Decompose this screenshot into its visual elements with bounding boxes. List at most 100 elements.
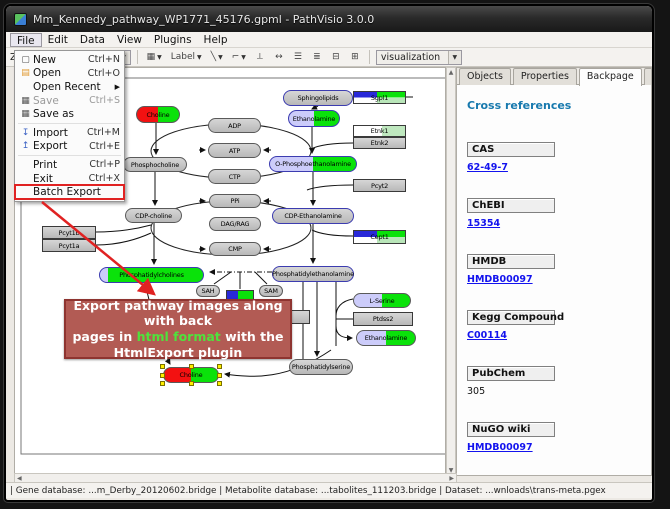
menu-item-shortcut: Ctrl+X [89, 173, 120, 184]
chevron-down-icon[interactable]: ▼ [157, 54, 162, 61]
chevron-down-icon[interactable]: ▼ [197, 54, 202, 61]
node-phosphatidylcholines[interactable]: Phosphatidylcholines [99, 267, 204, 283]
node-ctp[interactable]: CTP [208, 169, 261, 184]
window-title: Mm_Kennedy_pathway_WP1771_45176.gpml - P… [33, 13, 374, 26]
scroll-right-icon[interactable]: ▶ [449, 475, 454, 482]
file-menu-item-open-recent[interactable]: Open Recent▶ [15, 80, 124, 94]
menu-edit[interactable]: Edit [42, 33, 74, 47]
left-gutter [6, 67, 14, 476]
common-bounds-button[interactable]: ⊟ [328, 50, 344, 65]
stack-horizontal-button[interactable]: ≣ [309, 50, 325, 65]
xref-link[interactable]: 15354 [467, 218, 500, 229]
tab-objects[interactable]: Objects [459, 68, 511, 85]
node-choline-top[interactable]: Choline [136, 106, 180, 123]
bring-forward-button[interactable]: ⊞ [347, 50, 363, 65]
tab-backpage[interactable]: Backpage [579, 68, 642, 86]
file-menu-item-exit[interactable]: ExitCtrl+X [15, 172, 124, 186]
node-cmp[interactable]: CMP [209, 242, 261, 256]
node-phosphatidylserine[interactable]: Phosphatidylserine [289, 359, 353, 375]
node-phosphocholine[interactable]: Phosphocholine [123, 157, 187, 172]
vertical-scrollbar[interactable]: ▲ ▼ [446, 67, 456, 476]
xref-header-chebi: ChEBI [467, 198, 555, 213]
label-tool-button[interactable]: Label▼ [168, 50, 205, 65]
chevron-down-icon[interactable]: ▼ [448, 51, 461, 64]
file-menu-item-save-as[interactable]: ▦Save as [15, 107, 124, 121]
stack-vertical-button[interactable]: ☰ [290, 50, 306, 65]
line-tool-button[interactable]: ╲▼ [208, 50, 226, 65]
menu-item-label: Print [33, 159, 89, 171]
selection-handle[interactable] [189, 381, 194, 386]
tab-properties[interactable]: Properties [513, 68, 577, 85]
tab-search[interactable]: Search [644, 68, 652, 85]
file-menu-item-save[interactable]: ▦SaveCtrl+S [15, 94, 124, 108]
xref-link[interactable]: HMDB00097 [467, 442, 533, 453]
node-ptdss2[interactable]: Ptdss2 [353, 312, 413, 326]
menu-separator [18, 123, 121, 124]
menu-file[interactable]: File [10, 33, 42, 47]
node-sgpl1[interactable]: Sgpl1 [353, 91, 406, 104]
chevron-down-icon[interactable]: ▼ [218, 54, 223, 61]
file-menu-item-batch-export[interactable]: Batch Export [15, 185, 124, 199]
chevron-down-icon[interactable]: ▼ [241, 54, 246, 61]
xref-link[interactable]: C00114 [467, 330, 507, 341]
node-dag-rag[interactable]: DAG/RAG [209, 217, 261, 231]
selection-handle[interactable] [189, 364, 194, 369]
selection-handle[interactable] [160, 373, 165, 378]
node-cdp-ethanolamine[interactable]: CDP-Ethanolamine [272, 208, 354, 224]
xref-link[interactable]: HMDB00097 [467, 274, 533, 285]
node-phosphatidylethanolamine[interactable]: Phosphatidylethanolamine [272, 266, 354, 282]
node-etnk2[interactable]: Etnk2 [353, 137, 406, 149]
selection-handle[interactable] [160, 364, 165, 369]
file-menu-item-print[interactable]: PrintCtrl+P [15, 158, 124, 172]
node-cept1[interactable]: Cept1 [353, 230, 406, 244]
menu-view[interactable]: View [111, 33, 148, 47]
node-l-serine[interactable]: L-Serine [353, 293, 411, 308]
menu-item-shortcut: Ctrl+M [87, 127, 120, 138]
menu-help[interactable]: Help [198, 33, 234, 47]
selection-handle[interactable] [217, 381, 222, 386]
node-pcyt1b[interactable]: Pcyt1b [42, 226, 96, 239]
xref-value: 62-49-7 [467, 162, 641, 174]
node-sah[interactable]: SAH [196, 285, 220, 297]
menu-item-label: Exit [33, 173, 89, 185]
open-folder-icon: ▤ [18, 68, 33, 78]
node-atp[interactable]: ATP [208, 143, 261, 158]
node-ppi[interactable]: PPi [209, 194, 261, 208]
scroll-up-icon[interactable]: ▲ [449, 69, 454, 76]
node-adp[interactable]: ADP [208, 118, 261, 133]
node-sphingolipids[interactable]: Sphingolipids [283, 90, 353, 106]
datanode-tool-button[interactable]: ▦▼ [144, 50, 165, 65]
node-ethanolamine-top[interactable]: Ethanolamine [288, 110, 340, 127]
xref-value: 15354 [467, 218, 641, 230]
selection-handle[interactable] [217, 364, 222, 369]
file-menu-item-open[interactable]: ▤OpenCtrl+O [15, 67, 124, 81]
node-pcyt2[interactable]: Pcyt2 [353, 179, 406, 192]
selection-handle[interactable] [217, 373, 222, 378]
menu-separator [18, 155, 121, 156]
align-horizontal-button[interactable]: ↔ [271, 50, 287, 65]
node-ethanolamine-bottom[interactable]: Ethanolamine [356, 330, 416, 346]
node-o-phosphoethanolamine[interactable]: O-Phosphoethanolamine [269, 156, 357, 172]
file-menu-item-export[interactable]: ↥ExportCtrl+E [15, 140, 124, 154]
scroll-left-icon[interactable]: ◀ [17, 475, 22, 482]
menu-plugins[interactable]: Plugins [148, 33, 198, 47]
xref-link[interactable]: 62-49-7 [467, 162, 508, 173]
visualization-combobox[interactable]: visualization ▼ [376, 50, 462, 65]
node-cdp-choline[interactable]: CDP-choline [125, 208, 182, 223]
node-etnk1[interactable]: Etnk1 [353, 125, 406, 137]
node-pcyt1a[interactable]: Pcyt1a [42, 239, 96, 252]
menu-item-shortcut: Ctrl+N [88, 54, 120, 65]
status-bar: | Gene database: ...m_Derby_20120602.bri… [6, 482, 652, 498]
file-menu-item-import[interactable]: ↧ImportCtrl+M [15, 126, 124, 140]
connector-tool-button[interactable]: ⌐▼ [229, 50, 249, 65]
file-menu: ▢NewCtrl+N▤OpenCtrl+OOpen Recent▶▦SaveCt… [14, 50, 125, 202]
selection-handle[interactable] [160, 381, 165, 386]
import-icon: ↧ [18, 128, 33, 138]
align-center-button[interactable]: ⟂ [252, 50, 268, 65]
file-menu-item-new[interactable]: ▢NewCtrl+N [15, 53, 124, 67]
xref-header-kegg-compound: Kegg Compound [467, 310, 555, 325]
toolbar-separator [137, 50, 138, 64]
menu-data[interactable]: Data [74, 33, 111, 47]
title-bar[interactable]: Mm_Kennedy_pathway_WP1771_45176.gpml - P… [6, 6, 652, 32]
node-sam[interactable]: SAM [259, 285, 283, 297]
